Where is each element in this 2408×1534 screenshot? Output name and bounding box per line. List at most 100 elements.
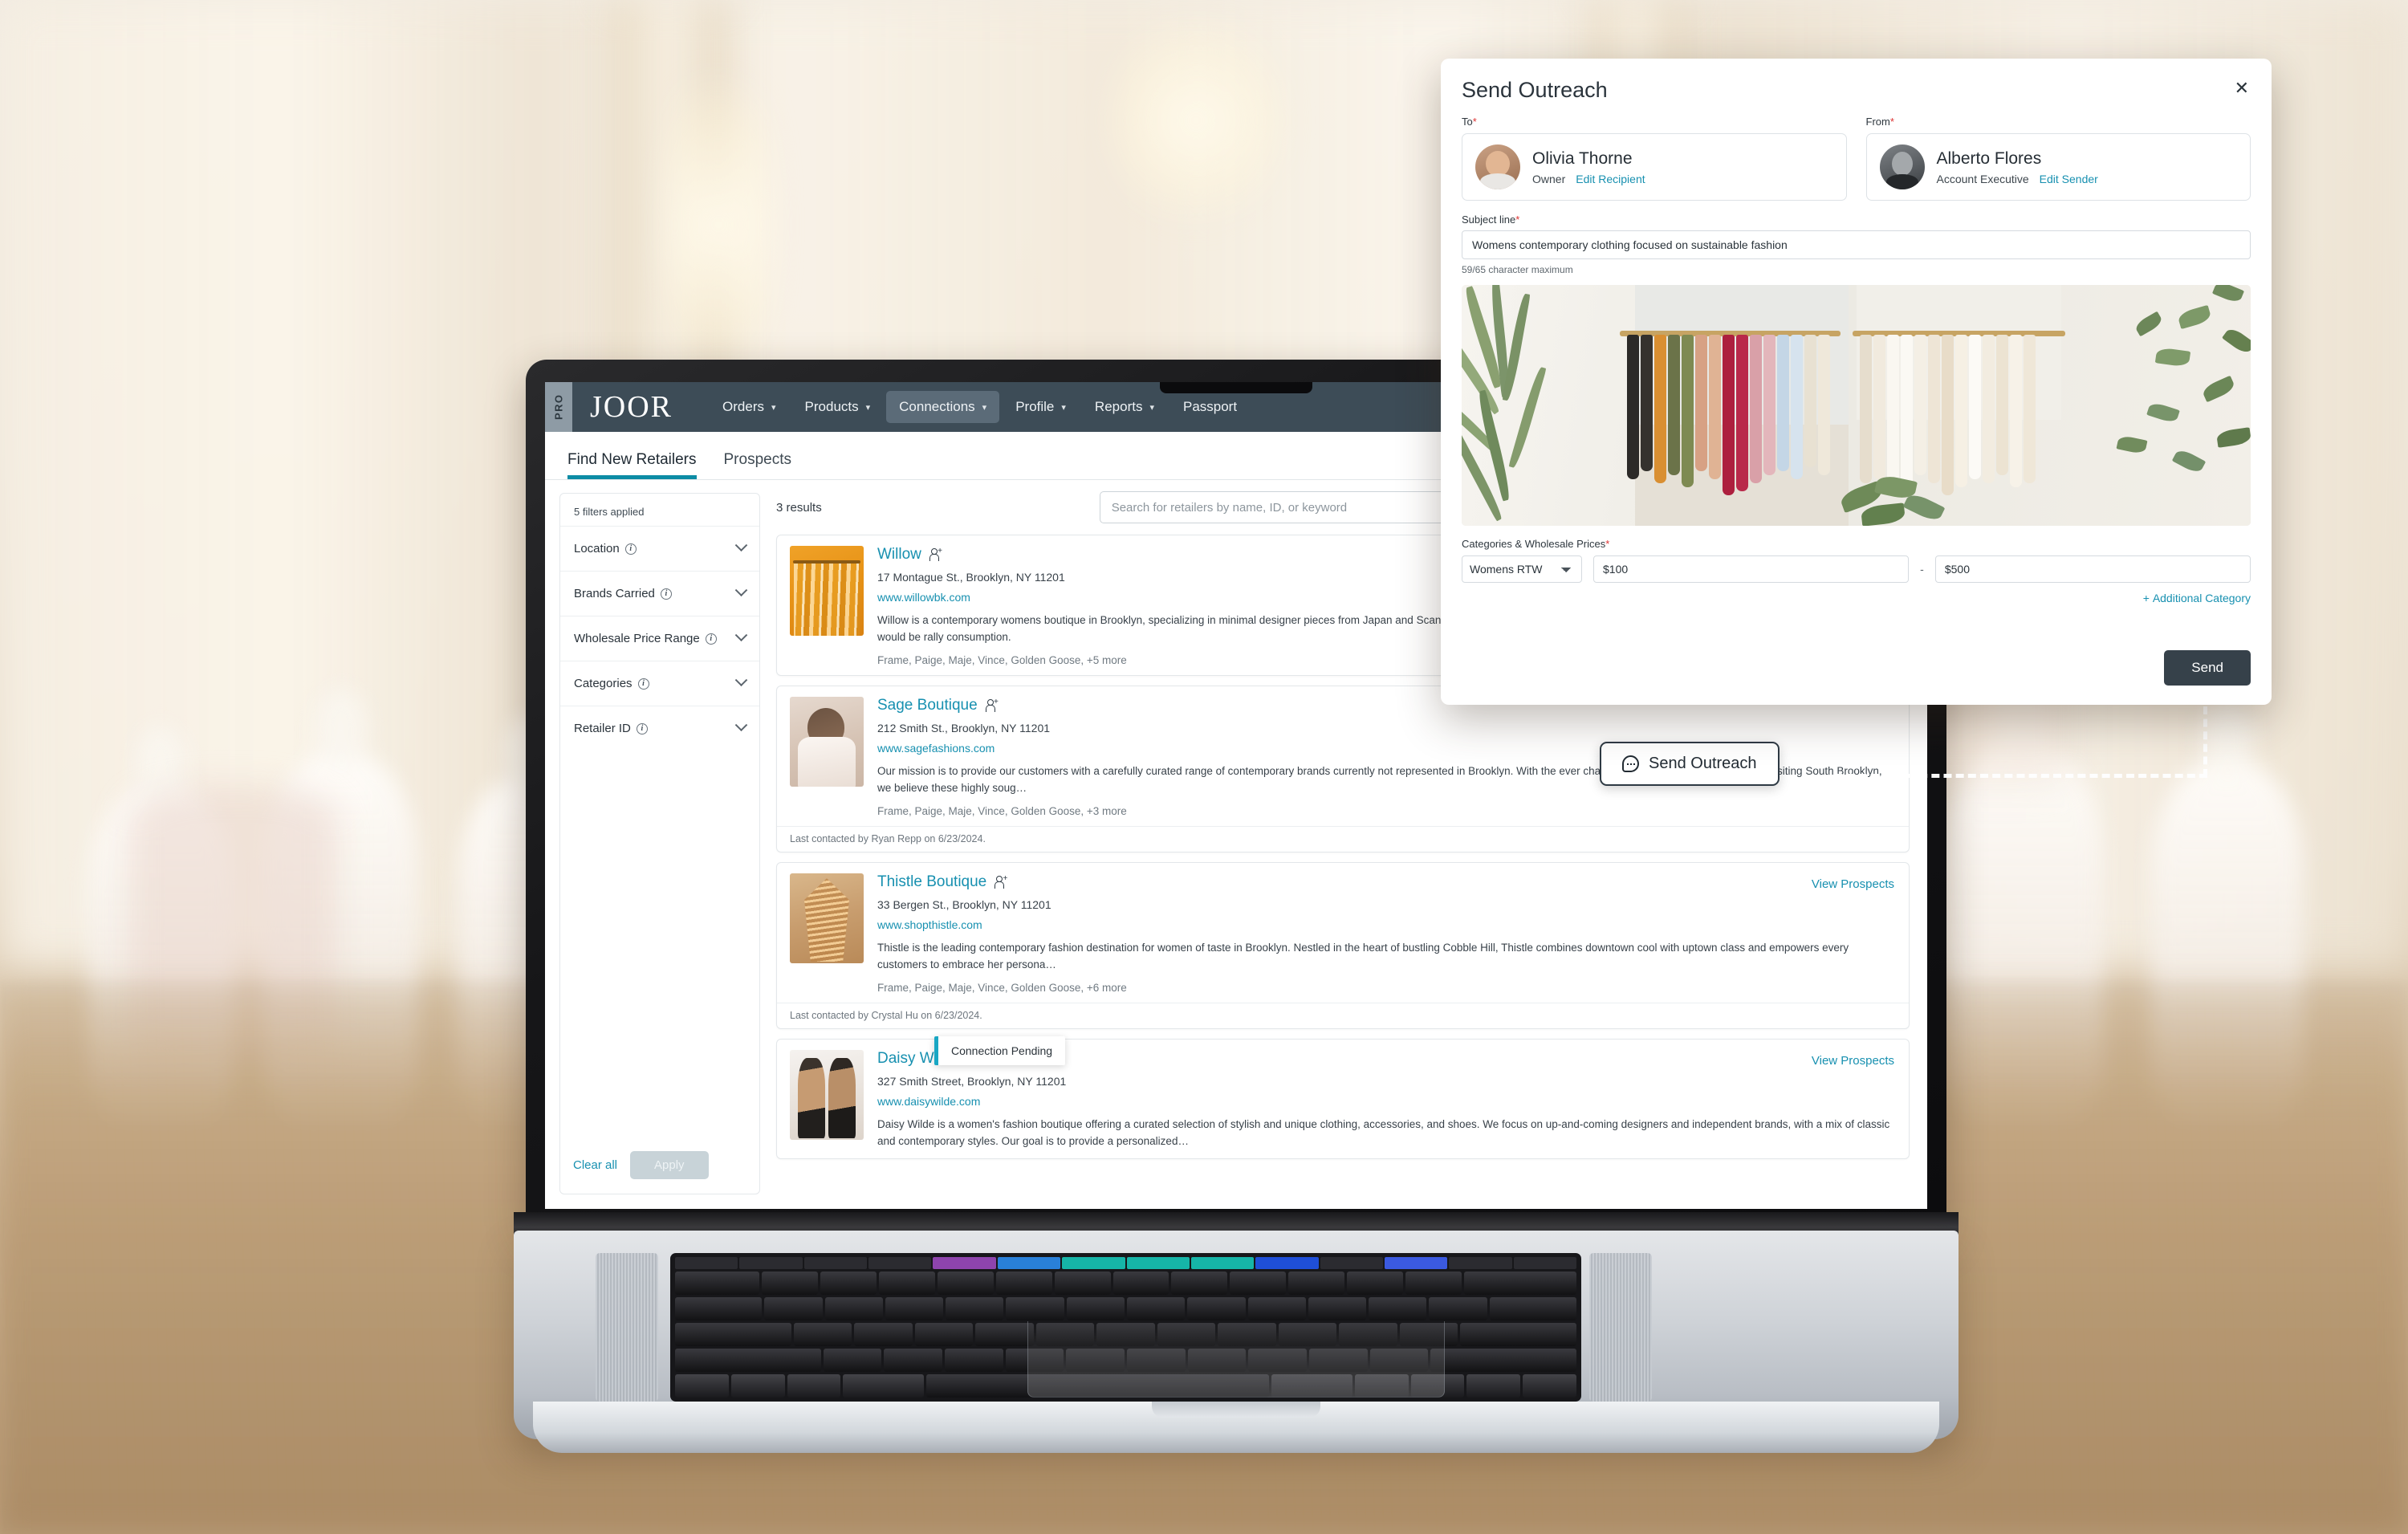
category-price-row: Womens RTW -	[1462, 555, 2251, 583]
info-icon[interactable]: i	[660, 588, 672, 600]
retailer-website[interactable]: www.shopthistle.com	[877, 918, 1896, 931]
recipient-info: Olivia Thorne Owner Edit Recipient	[1532, 149, 1645, 185]
category-select[interactable]: Womens RTW	[1462, 555, 1582, 583]
filter-text: Location	[574, 542, 620, 555]
modal-title: Send Outreach	[1462, 78, 1608, 102]
price-min-input[interactable]	[1593, 555, 1910, 583]
nav-label: Passport	[1182, 399, 1238, 414]
nav-item-orders[interactable]: Orders ▾	[710, 391, 789, 423]
nav-label: Reports	[1094, 399, 1143, 414]
nav-item-products[interactable]: Products ▾	[792, 391, 884, 423]
recipient-card: Olivia Thorne Owner Edit Recipient	[1462, 133, 1847, 201]
person-plus-icon[interactable]: +	[985, 698, 999, 713]
results-count: 3 results	[776, 500, 822, 515]
nav-items: Orders ▾ Products ▾ Connections ▾ Profil…	[710, 391, 1250, 423]
pro-badge: PRO	[545, 382, 572, 432]
additional-category-link[interactable]: + Additional Category	[1462, 592, 2251, 604]
nav-label: Profile	[1015, 399, 1055, 414]
retailer-description: Thistle is the leading contemporary fash…	[877, 942, 1849, 970]
filter-categories[interactable]: Categories i	[560, 661, 759, 706]
filter-label: Location i	[574, 542, 637, 555]
edit-sender-link[interactable]: Edit Sender	[2040, 173, 2098, 185]
retailer-card[interactable]: View Prospects Thistle Boutique + 33 Ber…	[776, 862, 1910, 1030]
chevron-down-icon: ▾	[982, 402, 987, 413]
recipient-meta: Owner Edit Recipient	[1532, 173, 1645, 185]
to-label-text: To	[1462, 116, 1473, 128]
retailer-card[interactable]: View Prospects Daisy Wilde Connection Pe…	[776, 1036, 1910, 1160]
additional-category-label: Additional Category	[2152, 592, 2251, 604]
filter-brands-carried[interactable]: Brands Carried i	[560, 571, 759, 616]
character-count: 59/65 character maximum	[1462, 264, 1573, 275]
info-icon[interactable]: i	[637, 677, 649, 690]
retailer-title-row: Daisy Wilde Connection Pending	[877, 1036, 1896, 1068]
background-lamp	[1108, 0, 1284, 241]
chevron-down-icon	[734, 718, 748, 732]
tab-find-new-retailers[interactable]: Find New Retailers	[567, 451, 697, 479]
filters-applied-count: 5 filters applied	[574, 506, 645, 518]
sidebar-footer: Clear all Apply	[560, 1140, 759, 1194]
retailer-name[interactable]: Willow	[877, 546, 921, 564]
required-marker: *	[1472, 116, 1477, 128]
retailer-title-row: Thistle Boutique +	[877, 873, 1896, 891]
laptop-trackpad	[1027, 1321, 1445, 1398]
filter-wholesale-price-range[interactable]: Wholesale Price Range i	[560, 616, 759, 661]
retailer-address: 212 Smith St., Brooklyn, NY 11201	[877, 722, 1051, 735]
laptop-touchbar	[675, 1257, 1577, 1269]
filter-label: Brands Carried i	[574, 587, 672, 600]
send-outreach-button[interactable]: Send Outreach	[1600, 742, 1780, 786]
filter-text: Brands Carried	[574, 587, 655, 600]
nav-item-reports[interactable]: Reports ▾	[1082, 391, 1167, 423]
retailer-address: 327 Smith Street, Brooklyn, NY 11201	[877, 1075, 1067, 1088]
outreach-hero-image	[1462, 285, 2251, 526]
plant-left	[1462, 285, 1638, 526]
plant-right	[2010, 285, 2251, 526]
price-max-input[interactable]	[1934, 555, 2251, 583]
card-body: Daisy Wilde Connection Pending 327 Smith…	[790, 1036, 1896, 1149]
retailer-thumbnail	[790, 873, 864, 964]
card-main: Daisy Wilde Connection Pending 327 Smith…	[877, 1036, 1896, 1149]
view-prospects-link[interactable]: View Prospects	[1812, 1054, 1894, 1068]
price-range-separator: -	[1920, 563, 1924, 576]
apply-filters-button[interactable]: Apply	[630, 1151, 709, 1179]
chat-bubble-icon	[1622, 755, 1639, 772]
clear-all-link[interactable]: Clear all	[573, 1158, 617, 1172]
categories-prices-text: Categories & Wholesale Prices	[1462, 538, 1606, 550]
required-marker: *	[1515, 214, 1520, 226]
send-button[interactable]: Send	[2164, 650, 2251, 686]
filter-location[interactable]: Location i	[560, 526, 759, 571]
keyboard-row	[675, 1297, 1576, 1320]
person-plus-icon[interactable]: +	[994, 875, 1007, 889]
view-prospects-link[interactable]: View Prospects	[1812, 877, 1894, 891]
sender-role: Account Executive	[1936, 172, 2029, 185]
retailer-thumbnail	[790, 546, 864, 636]
filter-retailer-id[interactable]: Retailer ID i	[560, 706, 759, 751]
filter-text: Wholesale Price Range	[574, 632, 700, 645]
nav-item-connections[interactable]: Connections ▾	[886, 391, 1000, 423]
tab-prospects[interactable]: Prospects	[724, 451, 791, 479]
retailer-name[interactable]: Thistle Boutique	[877, 873, 986, 891]
info-icon[interactable]: i	[705, 633, 717, 645]
close-icon[interactable]: ✕	[2235, 79, 2249, 97]
chevron-down-icon: ▾	[771, 402, 776, 413]
subject-label-text: Subject line	[1462, 214, 1516, 226]
last-contacted: Last contacted by Ryan Repp on 6/23/2024…	[777, 826, 1909, 852]
to-label: To*	[1462, 116, 1847, 128]
filter-label: Wholesale Price Range i	[574, 632, 717, 645]
keyboard-row	[675, 1272, 1577, 1295]
subject-input[interactable]	[1462, 230, 2251, 259]
joor-logo: JOOR	[590, 390, 673, 424]
person-plus-icon[interactable]: +	[929, 547, 942, 561]
chevron-down-icon: ▾	[1149, 402, 1154, 413]
from-label: From*	[1866, 116, 2251, 128]
nav-item-passport[interactable]: Passport	[1170, 391, 1250, 423]
retailer-name[interactable]: Sage Boutique	[877, 697, 978, 714]
avatar	[1879, 144, 1925, 189]
retailer-website[interactable]: www.daisywilde.com	[877, 1095, 1896, 1108]
info-icon[interactable]: i	[624, 543, 637, 555]
nav-item-profile[interactable]: Profile ▾	[1003, 391, 1079, 423]
card-body: Thistle Boutique + 33 Bergen St., Brookl…	[790, 873, 1896, 994]
subject-label: Subject line*	[1462, 214, 2251, 226]
retailer-thumbnail	[790, 697, 864, 787]
edit-recipient-link[interactable]: Edit Recipient	[1576, 173, 1645, 185]
info-icon[interactable]: i	[636, 722, 648, 734]
